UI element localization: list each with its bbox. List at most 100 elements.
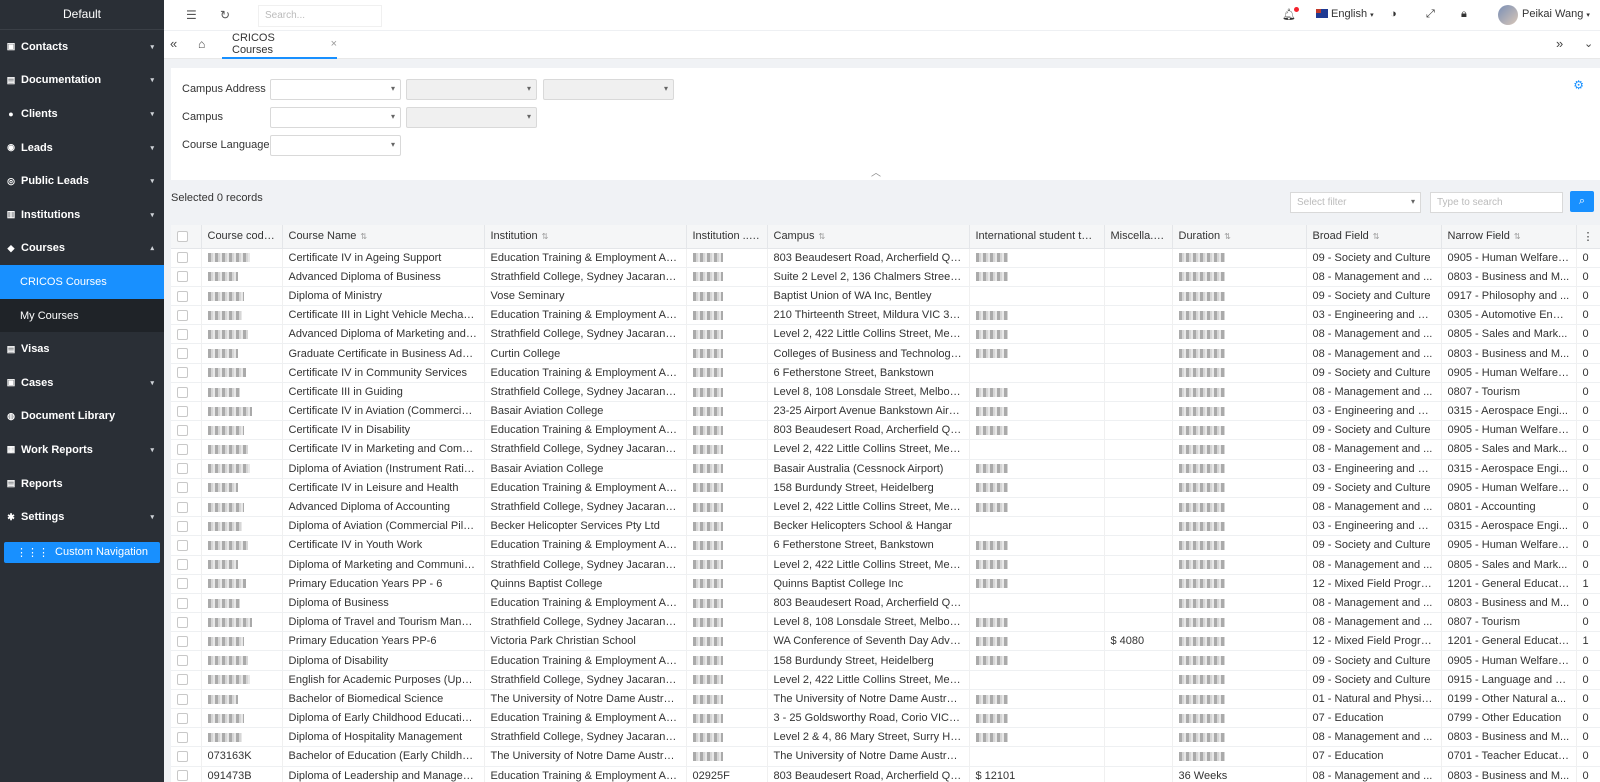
table-row[interactable]: Certificate III in Light Vehicle Mechani… [171, 305, 1600, 326]
table-search-input[interactable]: Type to search [1430, 192, 1563, 213]
sort-icon[interactable]: ⇅ [360, 232, 367, 241]
table-row[interactable]: Diploma of Marketing and Communica... Str… [171, 555, 1600, 575]
table-row[interactable]: Diploma of Ministry Vose Seminary Baptist … [171, 286, 1600, 307]
table-row[interactable]: English for Academic Purposes (Upper... S… [171, 670, 1600, 690]
table-row[interactable]: Diploma of Business Education Training & … [171, 593, 1600, 614]
table-row[interactable]: 073163K Bachelor of Education (Early Chil… [171, 746, 1600, 767]
row-checkbox[interactable] [177, 444, 188, 456]
tabs-scroll-left-icon[interactable]: « [170, 36, 177, 51]
gear-icon[interactable]: ⚙ [1573, 78, 1584, 92]
row-checkbox[interactable] [177, 597, 188, 609]
sort-icon[interactable]: ⇅ [1373, 232, 1380, 241]
sidebar-subitem-cricos-courses[interactable]: CRICOS Courses [0, 265, 164, 299]
campus-address-suburb-select[interactable] [543, 79, 674, 100]
row-checkbox[interactable] [177, 271, 188, 283]
row-checkbox[interactable] [177, 348, 188, 360]
table-row[interactable]: Diploma of Aviation (Instrument Rating) B… [171, 459, 1600, 479]
campus-sub-select[interactable] [406, 107, 537, 128]
table-row[interactable]: Graduate Certificate in Business Admi...… [171, 343, 1600, 364]
row-checkbox[interactable] [177, 559, 188, 571]
home-icon[interactable]: ⌂ [198, 37, 205, 51]
table-row[interactable]: Diploma of Travel and Tourism Manag... St… [171, 612, 1600, 633]
row-checkbox[interactable] [177, 386, 188, 398]
table-row[interactable]: Certificate III in Guiding Strathfield Co… [171, 382, 1600, 403]
sort-icon[interactable]: ⇅ [1163, 232, 1170, 241]
row-checkbox[interactable] [177, 463, 188, 475]
column-header[interactable]: Institution ... ⇅ [686, 225, 768, 249]
language-selector[interactable]: English ▾ [1316, 8, 1374, 20]
sidebar-item-document-library[interactable]: ◍ Document Library [0, 400, 164, 434]
column-header[interactable]: Broad Field ⇅ [1306, 225, 1442, 249]
row-checkbox[interactable] [177, 309, 188, 321]
table-row[interactable]: Certificate IV in Ageing Support Educatio… [171, 248, 1600, 268]
row-checkbox[interactable] [177, 635, 188, 647]
table-row[interactable]: Bachelor of Biomedical Science The Univer… [171, 689, 1600, 710]
sidebar-item-clients[interactable]: ● Clients ▾ [0, 97, 164, 131]
theme-icon[interactable]: ◑ [1390, 8, 1397, 20]
campus-address-city-select[interactable] [406, 79, 537, 100]
sort-icon[interactable]: ⇅ [542, 232, 549, 241]
sidebar-item-work-reports[interactable]: ▦ Work Reports ▾ [0, 433, 164, 467]
close-icon[interactable]: × [331, 38, 337, 50]
row-checkbox[interactable] [177, 616, 188, 628]
table-row[interactable]: Certificate IV in Marketing and Commu...… [171, 439, 1600, 460]
global-search-input[interactable]: Search... [258, 5, 382, 27]
select-all-checkbox[interactable] [177, 230, 188, 242]
row-checkbox[interactable] [177, 578, 188, 590]
row-checkbox[interactable] [177, 501, 188, 513]
row-checkbox[interactable] [177, 655, 188, 667]
table-row[interactable]: Diploma of Disability Education Training … [171, 650, 1600, 671]
sort-icon[interactable]: ⇅ [1514, 232, 1521, 241]
table-row[interactable]: Diploma of Early Childhood Education ...… [171, 708, 1600, 729]
table-row[interactable]: Certificate IV in Aviation (Commercial .… [171, 401, 1600, 422]
row-checkbox[interactable] [177, 405, 188, 417]
lock-icon[interactable]: 🔒︎ [1461, 8, 1467, 21]
row-checkbox[interactable] [177, 674, 188, 686]
sidebar-item-institutions[interactable]: ▥ Institutions ▾ [0, 198, 164, 232]
select-filter-dropdown[interactable]: Select filter [1290, 192, 1421, 213]
sidebar-item-courses[interactable]: ◆ Courses ▴ [0, 232, 164, 266]
row-checkbox[interactable] [177, 290, 188, 302]
sort-icon[interactable]: ⇅ [818, 232, 825, 241]
column-header[interactable]: Campus ⇅ [767, 225, 970, 249]
tabs-menu-chevron-icon[interactable]: ⌄ [1584, 37, 1593, 50]
user-menu[interactable]: Peikai Wang ▾ [1522, 8, 1590, 20]
tab-cricos-courses[interactable]: CRICOS Courses × [222, 31, 337, 59]
column-header[interactable]: Course Name ⇅ [282, 225, 485, 249]
table-row[interactable]: 091473B Diploma of Leadership and Managem… [171, 766, 1600, 782]
column-menu-header[interactable]: ⋮ [1576, 225, 1600, 249]
table-row[interactable]: Certificate IV in Youth Work Education Tr… [171, 535, 1600, 556]
collapse-filters-icon[interactable]: ︿ [859, 164, 893, 180]
table-row[interactable]: Advanced Diploma of Marketing and C... St… [171, 324, 1600, 345]
sidebar-item-reports[interactable]: ▤ Reports [0, 467, 164, 501]
row-checkbox[interactable] [177, 424, 188, 436]
table-row[interactable]: Certificate IV in Community Services Educ… [171, 363, 1600, 383]
table-row[interactable]: Certificate IV in Leisure and Health Educ… [171, 478, 1600, 498]
table-row[interactable]: Diploma of Aviation (Commercial Pilot ..… [171, 516, 1600, 537]
table-row[interactable]: Primary Education Years PP-6 Victoria Par… [171, 631, 1600, 652]
row-checkbox[interactable] [177, 328, 188, 340]
column-header[interactable]: Miscella... ⇅ [1104, 225, 1173, 249]
tabs-scroll-right-icon[interactable]: » [1556, 36, 1563, 51]
course-language-select[interactable] [270, 135, 401, 156]
row-checkbox[interactable] [177, 540, 188, 551]
row-checkbox[interactable] [177, 520, 188, 532]
row-checkbox[interactable] [177, 712, 188, 724]
row-checkbox[interactable] [177, 367, 188, 379]
table-row[interactable]: Primary Education Years PP - 6 Quinns Bap… [171, 574, 1600, 594]
column-header[interactable]: Course code ⇅ [201, 225, 283, 249]
sort-icon[interactable]: ⇅ [1224, 232, 1231, 241]
custom-navigation-button[interactable]: ⋮⋮⋮ Custom Navigation [4, 541, 160, 563]
row-checkbox[interactable] [177, 252, 188, 264]
sidebar-item-public-leads[interactable]: ◎ Public Leads ▾ [0, 164, 164, 198]
row-checkbox[interactable] [177, 731, 188, 743]
table-row[interactable]: Advanced Diploma of Accounting Strathfiel… [171, 497, 1600, 518]
campus-address-state-select[interactable] [270, 79, 401, 100]
sidebar-item-settings[interactable]: ✱ Settings ▾ [0, 500, 164, 534]
refresh-icon[interactable]: ↻ [220, 8, 230, 22]
more-vertical-icon[interactable]: ⋮ [1583, 231, 1594, 243]
search-button[interactable]: ⌕ [1570, 191, 1594, 212]
row-checkbox[interactable] [177, 751, 188, 763]
sidebar-item-cases[interactable]: ▣ Cases ▾ [0, 366, 164, 400]
sidebar-item-documentation[interactable]: ▤ Documentation ▾ [0, 64, 164, 98]
